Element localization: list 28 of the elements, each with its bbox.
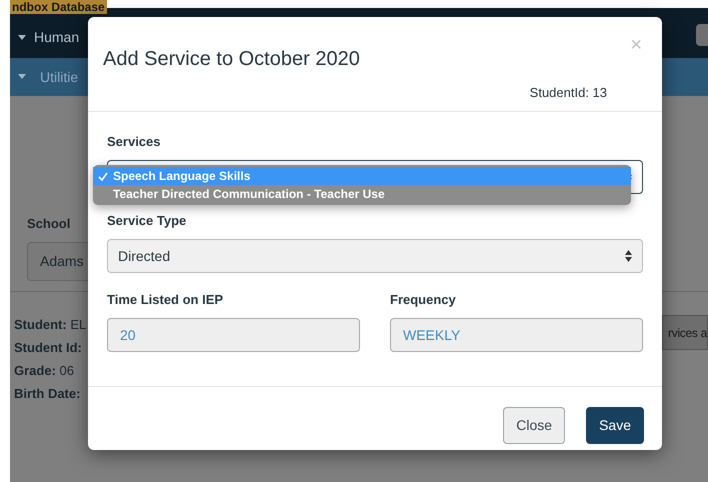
sandbox-banner: ndbox Database xyxy=(10,0,107,14)
student-info-text: Student: EL xyxy=(14,316,86,334)
caret-icon xyxy=(18,34,26,40)
close-button[interactable]: × xyxy=(630,35,642,55)
field-label: Service Type xyxy=(107,212,186,230)
dialog-title: Add Service to October 2020 xyxy=(103,47,360,72)
dropdown-option[interactable]: Speech Language Skills xyxy=(93,167,631,185)
input-field[interactable]: 20 xyxy=(107,318,360,352)
nav-button[interactable] xyxy=(696,24,708,46)
caret-icon xyxy=(18,74,26,80)
input-field[interactable]: WEEKLY xyxy=(390,318,643,352)
field-label: School xyxy=(27,215,70,233)
nav-item[interactable]: Utilitie xyxy=(40,66,78,88)
save-button[interactable]: Save xyxy=(586,407,644,444)
check-icon xyxy=(98,172,108,180)
student-info-text: Birth Date: xyxy=(14,384,80,402)
close-button[interactable]: Close xyxy=(503,407,566,444)
dropdown-option[interactable]: Teacher Directed Communication - Teacher Use xyxy=(93,185,631,203)
nav-item[interactable]: Human xyxy=(34,27,80,48)
student-id-label: StudentId: 13 xyxy=(530,84,607,102)
select-arrows-icon xyxy=(625,250,632,262)
services-button[interactable]: rvices a xyxy=(662,315,708,350)
field-label: Frequency xyxy=(390,291,456,309)
student-info-text: Student Id: xyxy=(14,338,82,356)
field-label: Services xyxy=(107,133,160,151)
field-label: Time Listed on IEP xyxy=(107,291,224,309)
select-field[interactable]: Directed xyxy=(107,239,643,273)
student-info-text: Grade: 06 xyxy=(14,362,74,380)
